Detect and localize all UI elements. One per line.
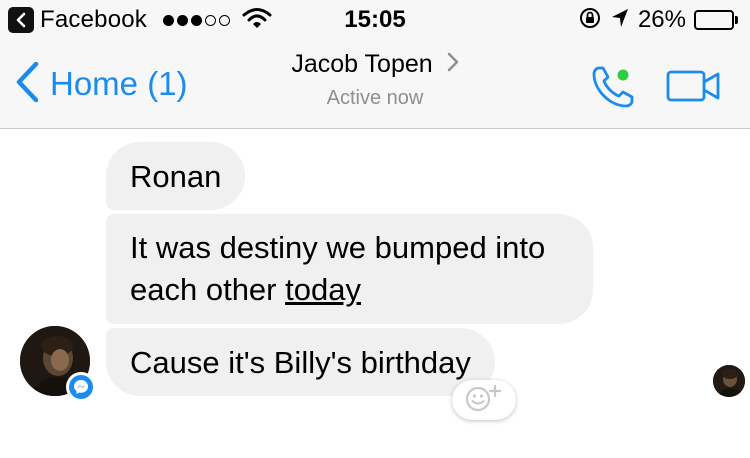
nav-bar: Home (1) Jacob Topen Active now [0,40,750,129]
messenger-badge [66,372,96,402]
signal-strength-icon [163,14,230,26]
chevron-right-icon [447,52,459,77]
call-button[interactable] [590,64,636,110]
message-text: It was destiny we bumped into [130,230,546,265]
phone-icon [590,66,636,114]
active-status: Active now [326,87,424,109]
conversation-title[interactable]: Jacob Topen [291,50,458,79]
orientation-lock-icon [578,6,602,35]
date-link[interactable]: today [285,272,361,307]
message-bubble[interactable]: It was destiny we bumped into each other… [106,214,593,324]
add-reaction-button[interactable] [452,380,516,420]
wifi-icon [242,7,272,34]
back-arrow-icon [8,7,34,33]
active-dot [617,69,629,81]
message-text: each other [130,272,286,307]
smiley-plus-icon [462,383,506,418]
battery-percent: 26% [637,6,686,33]
status-bar: Facebook 15:05 26% [0,0,750,40]
messenger-icon [69,375,93,399]
message-thread: Ronan It was destiny we bumped into each… [0,130,750,458]
back-app-label: Facebook [40,6,147,33]
video-camera-icon [666,70,722,108]
seen-indicator-avatar [713,365,745,397]
video-call-button[interactable] [666,68,722,104]
message-bubble[interactable]: Ronan [106,142,246,210]
message-text: Ronan [130,159,222,194]
message-text: Cause it's Billy's birthday [130,345,471,380]
battery-icon [694,10,738,30]
location-arrow-icon [610,7,630,34]
message-bubble[interactable]: Cause it's Billy's birthday [106,328,495,396]
contact-name: Jacob Topen [291,50,433,78]
back-to-app[interactable]: Facebook [8,6,272,34]
